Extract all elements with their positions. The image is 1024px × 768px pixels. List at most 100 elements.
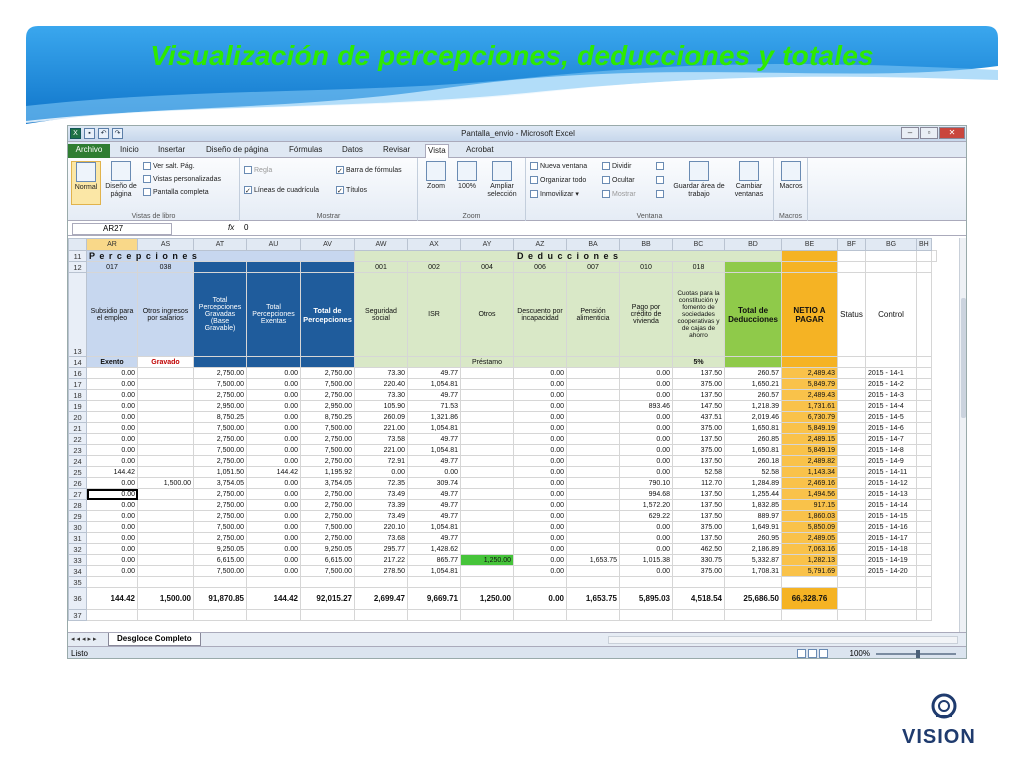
- cell[interactable]: [916, 499, 932, 511]
- cell[interactable]: [566, 433, 620, 445]
- cell[interactable]: [407, 609, 461, 621]
- cell[interactable]: 0.00: [86, 510, 138, 522]
- tab-acrobat[interactable]: Acrobat: [464, 144, 496, 158]
- cell[interactable]: 2015 - 14-13: [865, 488, 917, 500]
- cell[interactable]: [137, 389, 194, 401]
- cell[interactable]: 49.77: [407, 433, 461, 445]
- tab-vista[interactable]: Vista: [425, 144, 449, 158]
- cell[interactable]: 0.00: [513, 488, 567, 500]
- cell[interactable]: 0.00: [246, 565, 301, 577]
- cell[interactable]: 5,895.03: [619, 587, 673, 610]
- header-desc-cell[interactable]: ISR: [407, 272, 461, 357]
- cell[interactable]: [513, 609, 567, 621]
- cell[interactable]: [137, 543, 194, 555]
- row-number[interactable]: 31: [68, 532, 87, 544]
- cell[interactable]: 1,649.91: [724, 521, 782, 533]
- cell[interactable]: 0.00: [86, 433, 138, 445]
- cell[interactable]: 0.00: [354, 466, 408, 478]
- column-header[interactable]: BF: [837, 238, 866, 251]
- cell[interactable]: [137, 576, 194, 588]
- cell[interactable]: 8,750.25: [300, 411, 355, 423]
- cell[interactable]: [566, 521, 620, 533]
- cell[interactable]: 0.00: [246, 389, 301, 401]
- cell[interactable]: [566, 389, 620, 401]
- cell[interactable]: 105.90: [354, 400, 408, 412]
- cell[interactable]: 917.15: [781, 499, 838, 511]
- sheet-tab-desgloce[interactable]: Desgloce Completo: [108, 633, 201, 646]
- cell[interactable]: [566, 466, 620, 478]
- cell[interactable]: 0.00: [246, 367, 301, 379]
- cell[interactable]: [137, 521, 194, 533]
- cell[interactable]: [916, 261, 932, 273]
- cell[interactable]: [619, 356, 673, 368]
- cell[interactable]: 2,750.00: [300, 499, 355, 511]
- cell[interactable]: [460, 378, 514, 390]
- page-layout-status-icon[interactable]: [808, 649, 817, 658]
- cell[interactable]: 0.00: [246, 422, 301, 434]
- cell[interactable]: 2,750.00: [300, 532, 355, 544]
- row-number[interactable]: 16: [68, 367, 87, 379]
- cell[interactable]: 375.00: [672, 565, 725, 577]
- name-box[interactable]: AR27: [72, 223, 172, 235]
- cell[interactable]: [137, 400, 194, 412]
- row-number[interactable]: 34: [68, 565, 87, 577]
- cell[interactable]: 5,850.09: [781, 521, 838, 533]
- cell[interactable]: [837, 466, 866, 478]
- code-cell[interactable]: 004: [460, 261, 514, 273]
- cell[interactable]: [566, 576, 620, 588]
- cell[interactable]: 73.30: [354, 367, 408, 379]
- cell[interactable]: 0.00: [86, 455, 138, 467]
- cell[interactable]: 49.77: [407, 488, 461, 500]
- cell[interactable]: [837, 543, 866, 555]
- cell[interactable]: 52.58: [724, 466, 782, 478]
- code-cell[interactable]: 007: [566, 261, 620, 273]
- cell[interactable]: [672, 609, 725, 621]
- cell[interactable]: 0.00: [86, 378, 138, 390]
- cell[interactable]: [566, 477, 620, 489]
- cell[interactable]: 2015 - 14-2: [865, 378, 917, 390]
- row-number[interactable]: 26: [68, 477, 87, 489]
- sync-scroll-icon[interactable]: [656, 176, 666, 184]
- cell[interactable]: 73.68: [354, 532, 408, 544]
- cell[interactable]: [566, 422, 620, 434]
- cell[interactable]: 309.74: [407, 477, 461, 489]
- row-number[interactable]: 18: [68, 389, 87, 401]
- cell[interactable]: [137, 422, 194, 434]
- horizontal-scrollbar[interactable]: [608, 636, 958, 644]
- cell[interactable]: 260.57: [724, 389, 782, 401]
- cell[interactable]: 278.50: [354, 565, 408, 577]
- cell[interactable]: 137.50: [672, 433, 725, 445]
- cell[interactable]: [916, 532, 932, 544]
- cell[interactable]: 147.50: [672, 400, 725, 412]
- cell[interactable]: 0.00: [513, 554, 567, 566]
- cell[interactable]: 0.00: [619, 543, 673, 555]
- cell[interactable]: 73.49: [354, 488, 408, 500]
- cell[interactable]: 4,518.54: [672, 587, 725, 610]
- header-desc-cell[interactable]: Status: [837, 272, 866, 357]
- select-all-corner[interactable]: [68, 238, 87, 251]
- cell[interactable]: [566, 565, 620, 577]
- cell[interactable]: 260.18: [724, 455, 782, 467]
- cell[interactable]: [837, 389, 866, 401]
- cell[interactable]: [916, 510, 932, 522]
- cell[interactable]: 25,686.50: [724, 587, 782, 610]
- cell[interactable]: 137.50: [672, 367, 725, 379]
- cell[interactable]: 221.00: [354, 422, 408, 434]
- code-cell[interactable]: 018: [672, 261, 725, 273]
- cell[interactable]: 2,950.00: [300, 400, 355, 412]
- column-header[interactable]: AV: [300, 238, 355, 251]
- cell[interactable]: [566, 455, 620, 467]
- cell[interactable]: 2015 - 14-3: [865, 389, 917, 401]
- cell[interactable]: [460, 444, 514, 456]
- cell[interactable]: 462.50: [672, 543, 725, 555]
- cell[interactable]: 2015 - 14-8: [865, 444, 917, 456]
- cell[interactable]: 0.00: [86, 521, 138, 533]
- cell[interactable]: [460, 367, 514, 379]
- cell[interactable]: 0.00: [246, 444, 301, 456]
- cell[interactable]: 1,428.62: [407, 543, 461, 555]
- cell[interactable]: 1,015.38: [619, 554, 673, 566]
- cell[interactable]: [137, 455, 194, 467]
- cell[interactable]: 66,328.76: [781, 587, 838, 610]
- cell[interactable]: 49.77: [407, 510, 461, 522]
- cell[interactable]: [460, 411, 514, 423]
